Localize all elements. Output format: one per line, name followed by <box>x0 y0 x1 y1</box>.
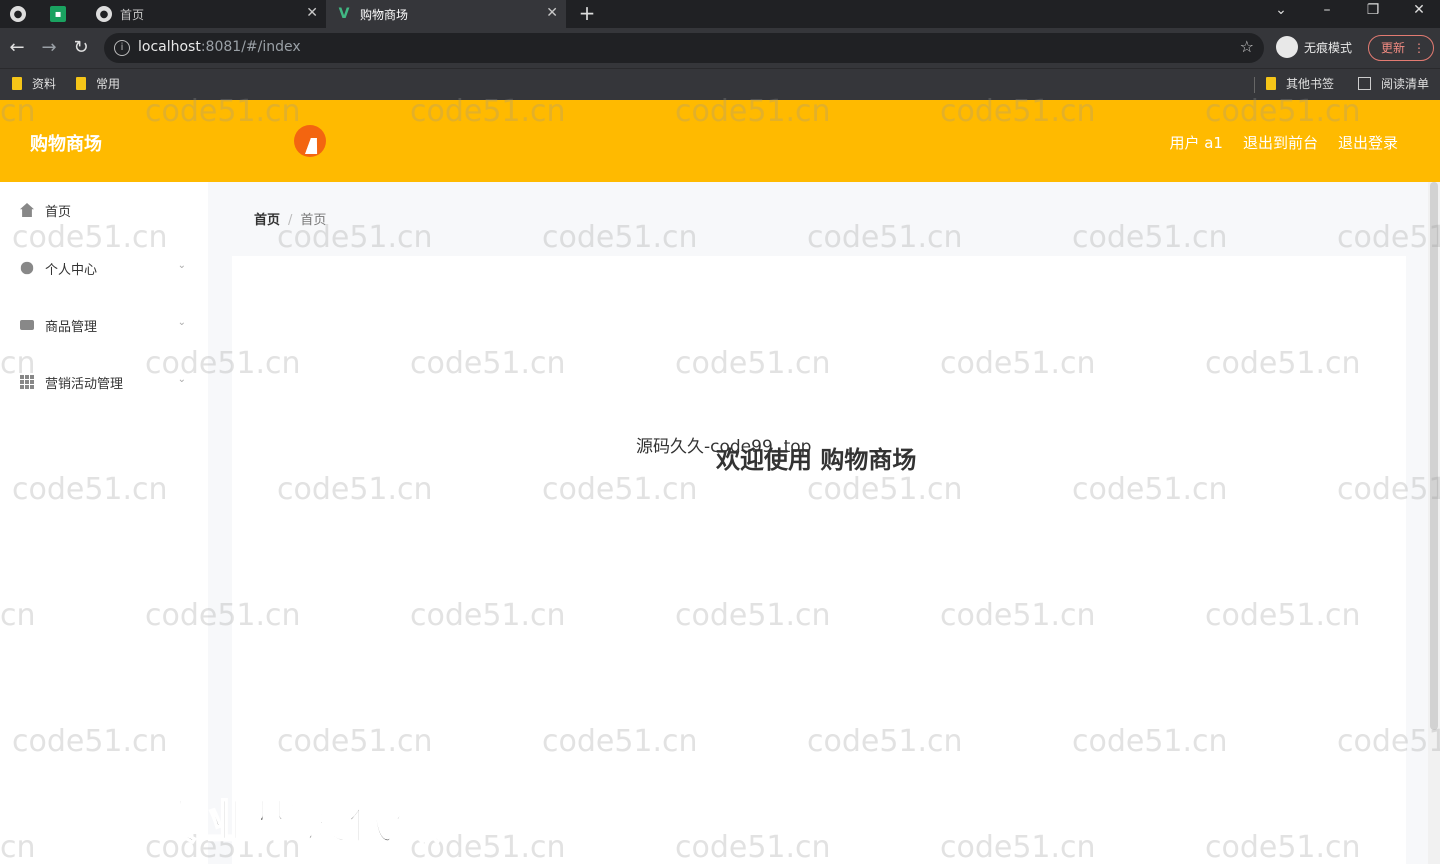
vue-icon: V <box>338 6 350 22</box>
more-icon: ⋮ <box>1413 41 1425 55</box>
scrollbar[interactable] <box>1428 182 1440 864</box>
sidebar-item-label: 个人中心 <box>45 262 98 278</box>
divider <box>1254 77 1255 93</box>
incognito-label: 无痕模式 <box>1304 40 1353 55</box>
breadcrumb-root[interactable]: 首页 <box>254 213 280 228</box>
user-icon <box>20 261 34 275</box>
tab-shop[interactable]: V 购物商场 ✕ <box>326 0 566 28</box>
app-header: 购物商场 用户 a1 退出到前台 退出登录 <box>0 100 1440 182</box>
bookmark-label: 其他书签 <box>1286 77 1335 91</box>
chevron-down-icon: ⌄ <box>177 317 186 328</box>
tab-label: 购物商场 <box>360 7 409 22</box>
incognito-icon <box>1276 36 1298 58</box>
breadcrumb: 首页 / 首页 <box>254 209 326 228</box>
content-panel <box>232 256 1406 864</box>
pinned-tab[interactable]: ● <box>4 0 40 28</box>
screen: ● ▪ ● 首页 ✕ V 购物商场 ✕ + ⌄ – ❐ ✕ ← → ↻ i lo… <box>0 0 1440 864</box>
grid-icon <box>20 375 34 389</box>
breadcrumb-current: 首页 <box>300 213 327 228</box>
chevron-down-icon: ⌄ <box>177 374 186 385</box>
address-bar[interactable]: i localhost:8081/#/index ☆ <box>104 33 1264 63</box>
sidebar-item-home[interactable]: 首页 <box>20 198 190 222</box>
reading-list-icon <box>1358 77 1371 90</box>
incognito-indicator[interactable]: 无痕模式 <box>1276 36 1352 58</box>
reading-list[interactable]: 阅读清单 <box>1358 75 1429 92</box>
home-icon <box>20 203 34 217</box>
logout-link[interactable]: 退出登录 <box>1338 132 1398 153</box>
tab-label: 首页 <box>120 7 145 22</box>
welcome-text: 欢迎使用 购物商场 <box>716 446 917 474</box>
ad-overlay-text: 专业毕设代做 <box>159 794 442 850</box>
scroll-thumb[interactable] <box>1430 182 1438 730</box>
info-icon[interactable]: i <box>114 40 130 56</box>
bag-icon <box>20 320 34 330</box>
bookmark-folder[interactable]: 资料 <box>12 75 56 92</box>
folder-icon <box>76 77 86 90</box>
url-text: localhost:8081/#/index <box>138 39 301 55</box>
sidebar-item-label: 营销活动管理 <box>45 376 124 392</box>
globe-icon: ● <box>10 6 26 22</box>
main-area: 首页 / 首页 <box>208 182 1428 864</box>
folder-icon <box>12 77 22 90</box>
close-window-button[interactable]: ✕ <box>1404 2 1434 18</box>
browser-tab-bar: ● ▪ ● 首页 ✕ V 购物商场 ✕ + ⌄ – ❐ ✕ <box>0 0 1440 28</box>
pinned-tab[interactable]: ▪ <box>44 0 80 28</box>
breadcrumb-separator: / <box>288 213 293 228</box>
reload-button[interactable]: ↻ <box>70 37 92 59</box>
star-icon[interactable]: ☆ <box>1240 37 1254 56</box>
bookmark-folder-other[interactable]: 其他书签 <box>1266 75 1334 92</box>
sidebar-item-label: 首页 <box>45 204 72 220</box>
globe-icon: ● <box>96 6 112 22</box>
bookmark-label: 常用 <box>96 77 121 91</box>
app-title: 购物商场 <box>30 134 102 155</box>
bookmark-label: 阅读清单 <box>1381 77 1430 91</box>
app-icon: ▪ <box>50 6 66 22</box>
new-tab-button[interactable]: + <box>576 2 598 24</box>
back-button[interactable]: ← <box>6 37 28 59</box>
sidebar-item-label: 商品管理 <box>45 319 98 335</box>
folder-icon <box>1266 77 1276 90</box>
sidebar-item-profile[interactable]: 个人中心 ⌄ <box>20 256 190 280</box>
header-links: 用户 a1 退出到前台 退出登录 <box>1169 132 1398 153</box>
bookmark-folder[interactable]: 常用 <box>76 75 120 92</box>
chevron-down-icon: ⌄ <box>177 260 186 271</box>
sidebar: 首页 个人中心 ⌄ 商品管理 ⌄ 营销活动管理 ⌄ <box>0 182 208 864</box>
close-icon[interactable]: ✕ <box>306 5 318 21</box>
update-button[interactable]: 更新 ⋮ <box>1368 35 1434 61</box>
tab-home[interactable]: ● 首页 ✕ <box>86 0 326 28</box>
back-to-front-link[interactable]: 退出到前台 <box>1243 132 1318 153</box>
bookmarks-bar: 资料 常用 其他书签 阅读清单 <box>0 68 1440 100</box>
update-label: 更新 <box>1381 41 1406 55</box>
user-label[interactable]: 用户 a1 <box>1169 132 1223 153</box>
sidebar-item-marketing[interactable]: 营销活动管理 ⌄ <box>20 370 190 394</box>
close-icon[interactable]: ✕ <box>546 5 558 21</box>
tab-search-icon[interactable]: ⌄ <box>1266 2 1296 18</box>
minimize-button[interactable]: – <box>1312 2 1342 18</box>
bookmark-label: 资料 <box>32 77 57 91</box>
forward-button[interactable]: → <box>38 37 60 59</box>
browser-toolbar: ← → ↻ i localhost:8081/#/index ☆ 无痕模式 更新… <box>0 28 1440 68</box>
restore-button[interactable]: ❐ <box>1358 2 1388 18</box>
sidebar-item-products[interactable]: 商品管理 ⌄ <box>20 313 190 337</box>
